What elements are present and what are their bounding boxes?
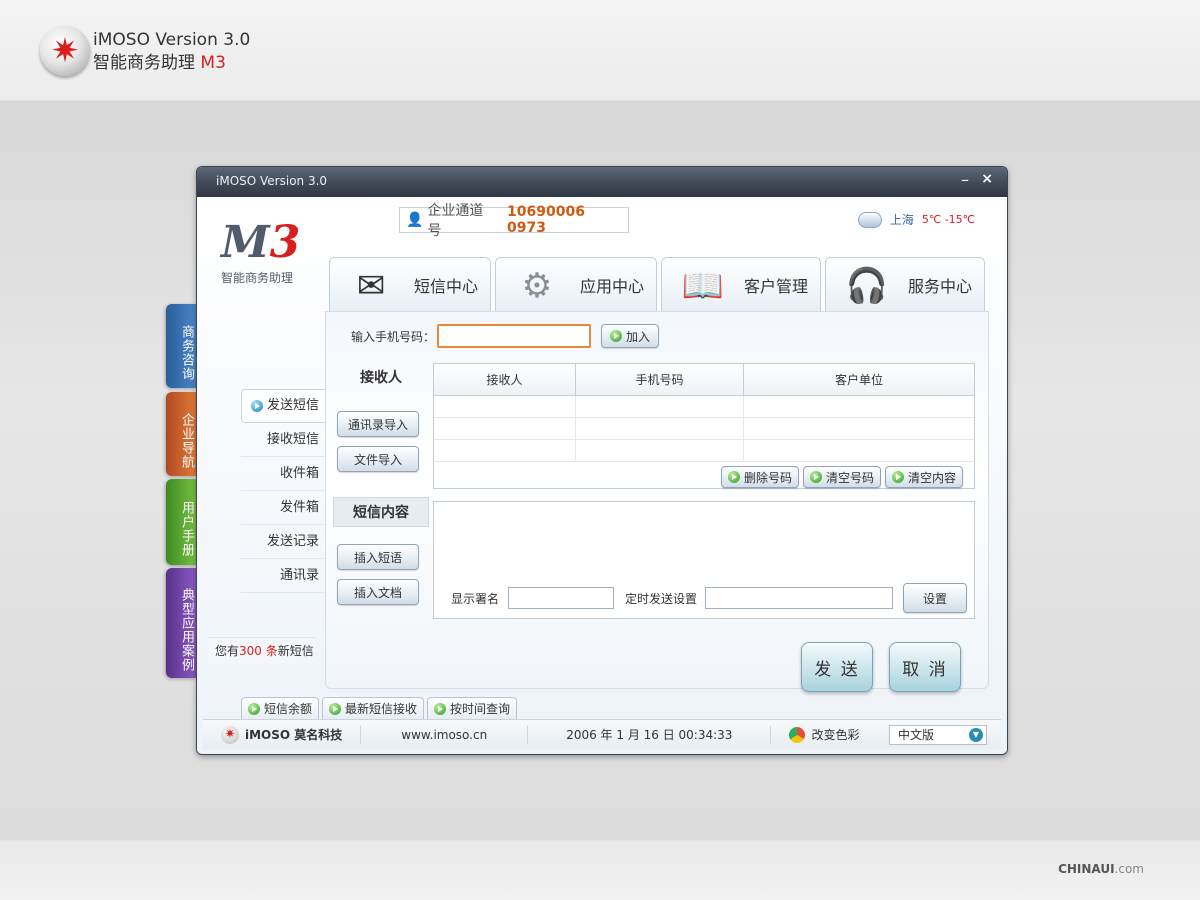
- sidenav-contacts[interactable]: 通讯录: [241, 559, 325, 593]
- sidenav-send-log[interactable]: 发送记录: [241, 525, 325, 559]
- star-logo-icon: ✷: [221, 725, 239, 744]
- headset-agent-icon: 🎧: [845, 266, 889, 306]
- sidenav-send-sms[interactable]: 发送短信: [241, 389, 325, 423]
- col-phone: 手机号码: [576, 364, 744, 395]
- play-icon: [434, 702, 447, 715]
- tab-latest-received[interactable]: 最新短信接收: [322, 697, 425, 719]
- color-wheel-icon: [789, 726, 806, 743]
- status-datetime: 2006 年 1 月 16 日 00:34:33: [528, 725, 772, 744]
- insert-doc-button[interactable]: 插入文档: [337, 579, 419, 605]
- tab-sms-balance[interactable]: 短信余额: [241, 697, 320, 719]
- new-message-notice[interactable]: 您有300 条新短信: [207, 637, 315, 663]
- envelope-icon: ✉: [356, 266, 386, 306]
- insert-phrase-button[interactable]: 插入短语: [337, 544, 419, 570]
- app-window: iMOSO Version 3.0 – × M3 智能商务助理 👤 企业通道号 …: [196, 166, 1008, 755]
- minimize-button[interactable]: –: [961, 170, 969, 189]
- logo-subtitle: 智能商务助理: [221, 271, 294, 285]
- close-button[interactable]: ×: [981, 171, 993, 187]
- cloud-sun-icon: [857, 208, 887, 228]
- phone-input[interactable]: [437, 324, 591, 348]
- play-icon: [728, 471, 740, 483]
- delete-numbers-button[interactable]: 删除号码: [721, 466, 800, 488]
- change-color-button[interactable]: 改变色彩: [771, 726, 877, 744]
- table-row[interactable]: [434, 396, 974, 418]
- signature-input[interactable]: [508, 587, 614, 609]
- play-icon: [329, 702, 342, 715]
- language-select[interactable]: 中文版 ▼: [889, 724, 987, 745]
- channel-label: 企业通道号: [427, 203, 484, 239]
- play-icon: [250, 400, 263, 412]
- play-icon: [810, 471, 823, 483]
- cancel-button[interactable]: 取 消: [889, 642, 961, 692]
- window-body: M3 智能商务助理 👤 企业通道号 10690006 0973 上海 5℃ -1…: [197, 197, 1007, 754]
- sidenav-inbox[interactable]: 收件箱: [241, 457, 325, 491]
- brand-name: 智能商务助理 M3: [93, 53, 226, 73]
- sidenav-receive-sms[interactable]: 接收短信: [241, 423, 325, 457]
- signature-label: 显示署名: [451, 592, 500, 606]
- status-site[interactable]: www.imoso.cn: [361, 725, 529, 744]
- sidenav-outbox[interactable]: 发件箱: [241, 491, 325, 525]
- star-icon: ✷: [50, 31, 80, 71]
- import-contacts-button[interactable]: 通讯录导入: [337, 411, 419, 437]
- brand-logo: ✷: [40, 26, 90, 76]
- tab-service-center[interactable]: 🎧 服务中心: [825, 257, 985, 311]
- play-icon: [892, 471, 905, 483]
- table-header: 接收人 手机号码 客户单位: [434, 364, 974, 396]
- settings-button[interactable]: 设置: [903, 583, 967, 613]
- channel-number-box: 👤 企业通道号 10690006 0973: [399, 203, 629, 239]
- side-tab-business-consult[interactable]: 商务咨询: [166, 304, 196, 388]
- weather-temp: 5℃ -15℃: [921, 213, 975, 226]
- weather-city: 上海: [889, 213, 914, 227]
- table-actions: 删除号码 清空号码 清空内容: [721, 466, 964, 488]
- table-row[interactable]: [434, 440, 974, 462]
- channel-number: 10690006 0973: [507, 204, 585, 236]
- col-company: 客户单位: [834, 373, 883, 387]
- person-icon: 👤: [406, 212, 424, 228]
- watermark: CHINAUI.com: [1058, 862, 1144, 876]
- tab-query-by-time[interactable]: 按时间查询: [427, 697, 518, 719]
- add-button[interactable]: 加入: [601, 324, 659, 348]
- add-icon: [609, 330, 622, 342]
- clear-content-button[interactable]: 清空内容: [885, 466, 964, 488]
- book-icon: 📖: [681, 266, 725, 306]
- side-tab-case-studies[interactable]: 典型应用案例: [166, 568, 196, 678]
- window-title: iMOSO Version 3.0: [216, 174, 328, 188]
- brand-version: iMOSO Version 3.0: [93, 30, 251, 50]
- gears-icon: ⚙: [521, 266, 553, 306]
- schedule-input[interactable]: [705, 587, 893, 609]
- side-tab-user-manual[interactable]: 用户手册: [166, 479, 196, 565]
- phone-label: 输入手机号码：: [351, 330, 436, 344]
- import-file-button[interactable]: 文件导入: [337, 446, 419, 472]
- weather-widget: 上海 5℃ -15℃: [857, 208, 975, 228]
- clear-numbers-button[interactable]: 清空号码: [803, 466, 882, 488]
- send-button[interactable]: 发 送: [801, 642, 873, 692]
- side-tab-enterprise-nav[interactable]: 企业导航: [166, 392, 196, 476]
- status-bar: ✷ iMOSO 莫名科技 www.imoso.cn 2006 年 1 月 16 …: [203, 719, 1001, 749]
- chevron-down-icon: ▼: [969, 727, 983, 742]
- table-row[interactable]: [434, 418, 974, 440]
- m3-logo: M3: [221, 217, 301, 268]
- tab-app-center[interactable]: ⚙ 应用中心: [495, 257, 657, 311]
- tab-customer-mgmt[interactable]: 📖 客户管理: [661, 257, 821, 311]
- status-company: ✷ iMOSO 莫名科技: [203, 725, 362, 744]
- sms-sidenav: 发送短信 接收短信 收件箱 发件箱 发送记录 通讯录: [241, 389, 325, 593]
- title-bar: iMOSO Version 3.0 – ×: [197, 167, 1007, 197]
- col-receiver: 接收人: [434, 364, 576, 395]
- tab-sms-center[interactable]: ✉ 短信中心: [329, 257, 491, 311]
- content-section-label: 短信内容: [333, 497, 429, 527]
- main-tabs: ✉ 短信中心 ⚙ 应用中心 📖 客户管理 🎧 服务中心: [325, 241, 995, 331]
- bottom-tabs: 短信余额 最新短信接收 按时间查询: [241, 697, 518, 719]
- play-icon: [248, 702, 260, 715]
- schedule-label: 定时发送设置: [625, 592, 698, 606]
- receiver-section-label: 接收人: [360, 370, 402, 386]
